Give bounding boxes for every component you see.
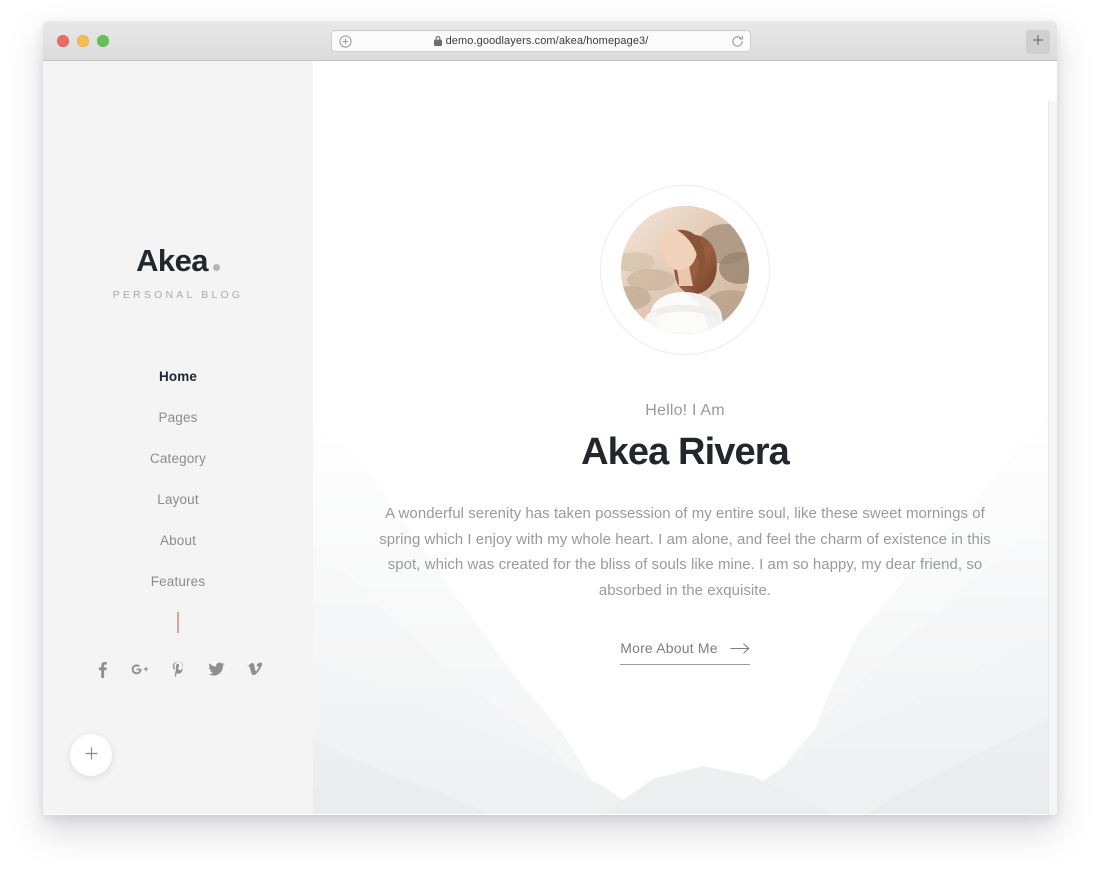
page-content: Akea PERSONAL BLOG Home Pages Category L… [43,61,1057,815]
more-about-me-link[interactable]: More About Me [620,640,750,665]
facebook-icon[interactable] [93,659,111,679]
plus-icon [1032,33,1044,51]
twitter-icon[interactable] [207,659,225,679]
window-controls [57,35,109,47]
hero-section: Hello! I Am Akea Rivera A wonderful sere… [313,61,1057,814]
hero-greeting: Hello! I Am [645,402,725,419]
sidebar-item-category[interactable]: Category [43,438,313,479]
sidebar-item-about[interactable]: About [43,520,313,561]
address-bar[interactable]: demo.goodlayers.com/akea/homepage3/ [331,30,751,52]
site-tagline: PERSONAL BLOG [112,289,244,301]
avatar [621,206,749,334]
lock-icon [433,36,442,46]
hero-cta-container: More About Me [313,640,1057,665]
pinterest-icon[interactable] [169,659,187,679]
googleplus-icon[interactable] [131,659,149,679]
url-text: demo.goodlayers.com/akea/homepage3/ [445,35,649,47]
browser-window: demo.goodlayers.com/akea/homepage3/ Akea… [43,21,1057,815]
hero-content: Hello! I Am Akea Rivera A wonderful sere… [313,61,1057,665]
site-title: Akea [136,243,208,278]
page-title: Akea Rivera [581,431,790,473]
sidebar-item-home[interactable]: Home [43,356,313,397]
maximize-window-button[interactable] [97,35,109,47]
hero-description: A wonderful serenity has taken possessio… [379,505,991,599]
close-window-button[interactable] [57,35,69,47]
arrow-right-icon [730,642,750,654]
url-text-container[interactable]: demo.goodlayers.com/akea/homepage3/ [358,35,724,47]
site-branding[interactable]: Akea PERSONAL BLOG [43,245,313,301]
sidebar-item-features[interactable]: Features [43,561,313,602]
avatar-ring [600,185,770,355]
sidebar-item-layout[interactable]: Layout [43,479,313,520]
sidebar-item-pages[interactable]: Pages [43,397,313,438]
main-navigation: Home Pages Category Layout About Feature… [43,356,313,602]
more-about-me-label: More About Me [620,640,718,656]
reload-icon[interactable] [724,35,750,48]
scrollbar-thumb[interactable] [1050,103,1057,223]
vimeo-icon[interactable] [245,659,263,679]
new-tab-button[interactable] [1026,30,1050,54]
nav-divider [177,612,179,633]
plus-icon [84,747,98,763]
sidebar: Akea PERSONAL BLOG Home Pages Category L… [43,61,313,814]
social-links [43,659,313,679]
browser-titlebar: demo.goodlayers.com/akea/homepage3/ [43,21,1057,61]
brand-dot-icon [212,264,220,271]
plus-circle-icon[interactable] [332,34,358,48]
minimize-window-button[interactable] [77,35,89,47]
vertical-scrollbar[interactable] [1048,101,1057,815]
add-floating-button[interactable] [70,734,112,776]
